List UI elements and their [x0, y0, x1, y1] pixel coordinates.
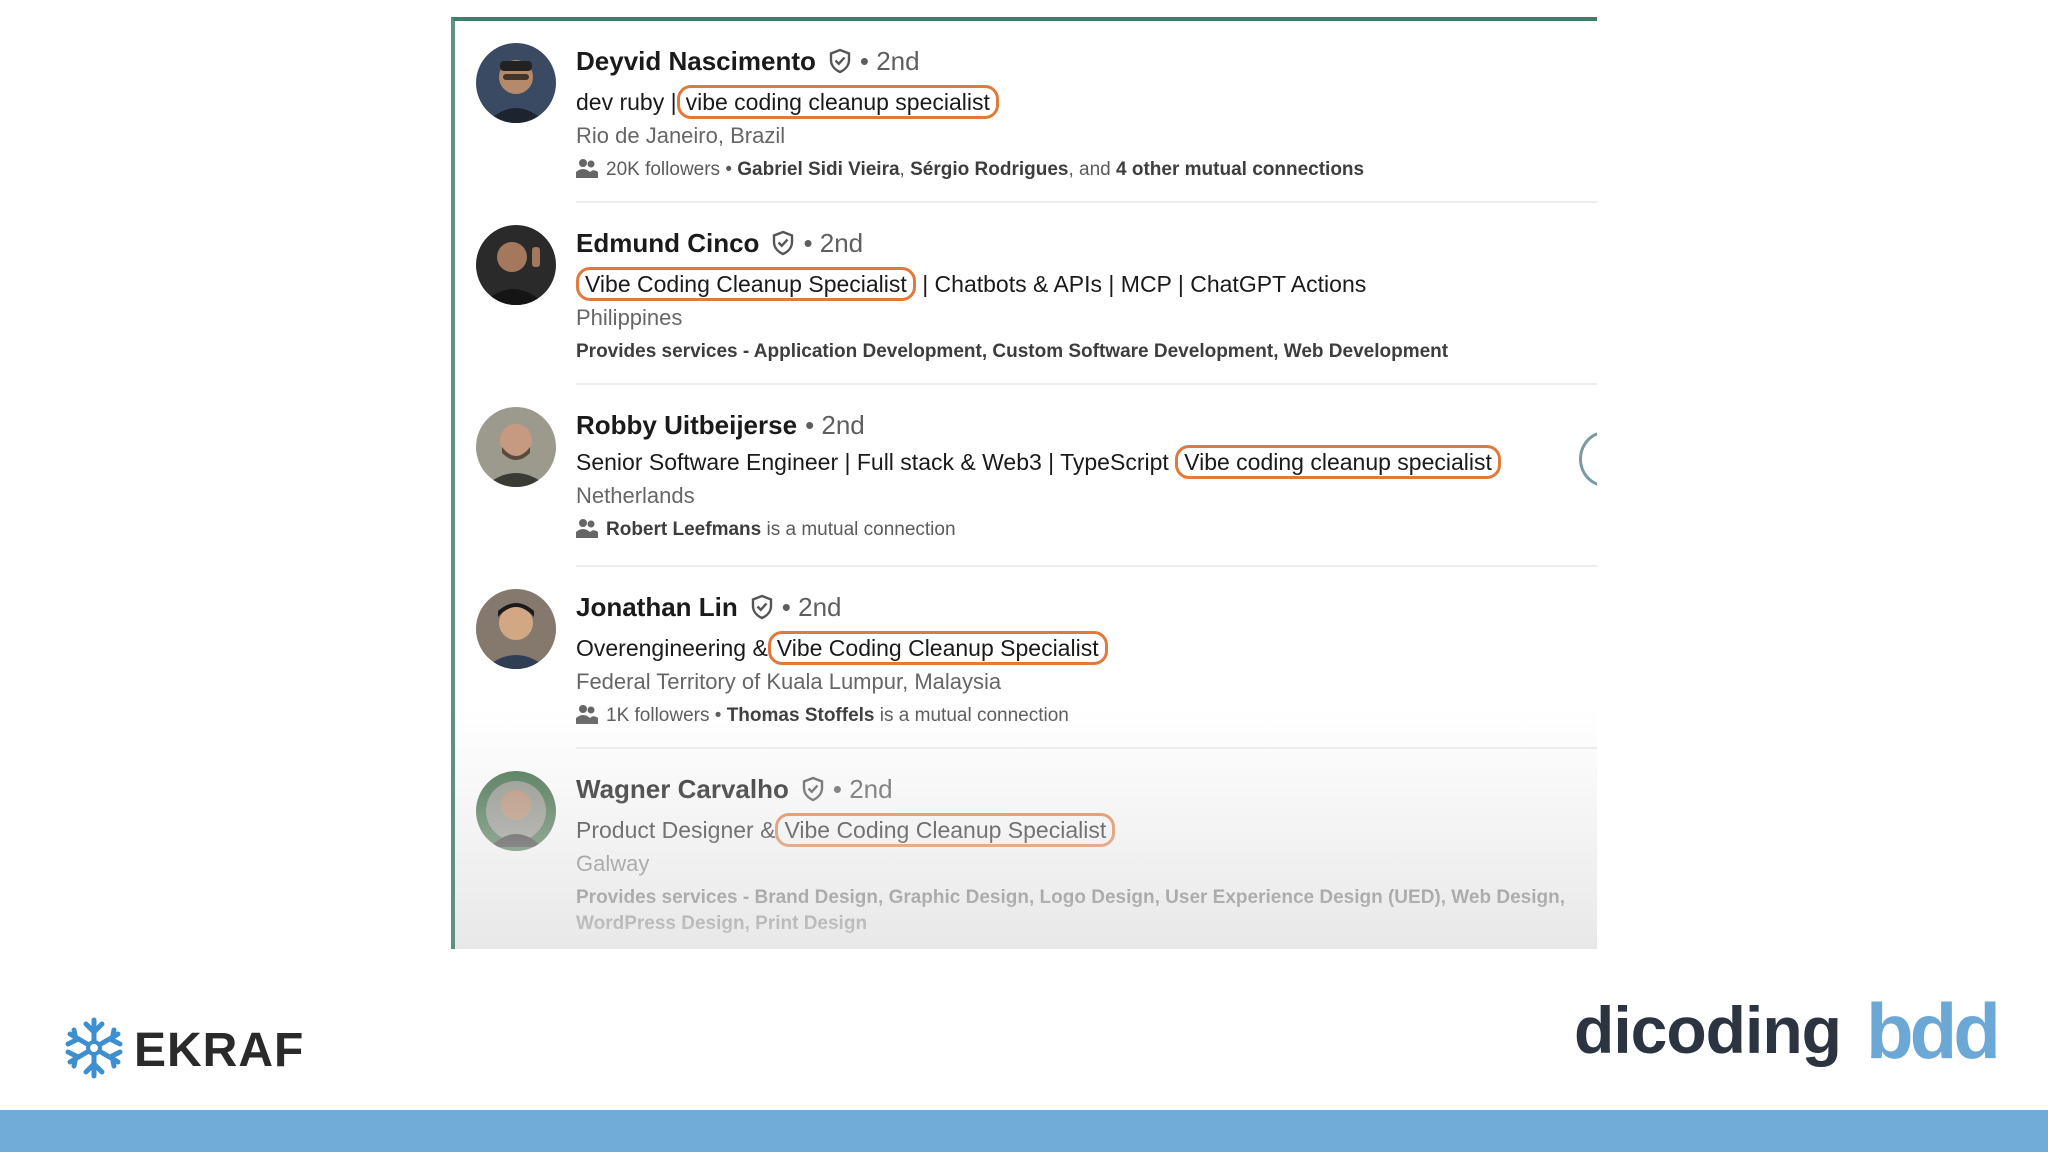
footer-bar: [0, 1110, 2048, 1152]
member-location: Federal Territory of Kuala Lumpur, Malay…: [576, 669, 1002, 694]
result-row[interactable]: Wagner Carvalho • 2nd Product Designer & V…: [455, 749, 1597, 949]
member-name[interactable]: Edmund Cinco: [576, 228, 759, 258]
member-location: Netherlands: [576, 483, 695, 508]
highlighted-keyword: Vibe Coding Cleanup Specialist: [775, 813, 1116, 847]
mutual-connections[interactable]: 1K followers • Thomas Stoffels is a mutu…: [576, 703, 1577, 733]
provided-services: Provides services - Application Developm…: [576, 341, 1449, 362]
headline-text: Overengineering &: [576, 635, 768, 661]
result-row[interactable]: Edmund Cinco • 2nd Vibe Coding Cleanup Sp…: [455, 203, 1597, 385]
avatar[interactable]: [476, 771, 556, 851]
highlighted-keyword: Vibe Coding Cleanup Specialist: [767, 631, 1108, 665]
dicoding-logo: dicoding: [1574, 993, 1842, 1067]
connection-degree: • 2nd: [781, 592, 842, 622]
verified-shield-icon: [828, 47, 852, 83]
people-icon: [576, 517, 598, 547]
headline-text: dev ruby |: [576, 89, 677, 115]
headline-text: | Chatbots & APIs | MCP | ChatGPT Action…: [922, 271, 1367, 297]
provided-services: Provides services - Brand Design, Graphi…: [576, 887, 1565, 934]
highlighted-keyword: Vibe Coding Cleanup Specialist: [576, 267, 916, 301]
mutual-connections[interactable]: Robert Leefmans is a mutual connection: [576, 517, 1577, 547]
avatar[interactable]: [476, 225, 556, 305]
ekraf-logo: EKRAF: [62, 1016, 305, 1085]
highlighted-keyword: Vibe coding cleanup specialist: [1175, 445, 1501, 479]
result-row[interactable]: Robby Uitbeijerse • 2nd Senior Software E…: [455, 385, 1597, 567]
people-icon: [576, 703, 598, 733]
verified-shield-icon: [750, 593, 774, 629]
mutual-connections[interactable]: 20K followers • Gabriel Sidi Vieira, Sér…: [576, 157, 1577, 187]
member-location: Philippines: [576, 305, 683, 330]
connection-degree: • 2nd: [859, 46, 920, 76]
verified-shield-icon: [801, 775, 825, 811]
ekraf-wordmark: EKRAF: [134, 1023, 305, 1077]
headline-text: Product Designer &: [576, 817, 776, 843]
member-headline: Overengineering & Vibe Coding Cleanup Spe…: [576, 629, 1577, 667]
avatar[interactable]: [476, 43, 556, 123]
verified-shield-icon: [771, 229, 795, 265]
result-row[interactable]: Deyvid Nascimento • 2nd dev ruby | vibe co…: [455, 21, 1597, 203]
connection-degree: • 2nd: [832, 774, 893, 804]
member-location: Galway: [576, 851, 650, 876]
highlighted-keyword: vibe coding cleanup specialist: [676, 85, 999, 119]
member-name[interactable]: Deyvid Nascimento: [576, 46, 816, 76]
avatar[interactable]: [476, 589, 556, 669]
member-headline: Vibe Coding Cleanup Specialist | Chatbot…: [576, 265, 1577, 303]
member-headline: Product Designer & Vibe Coding Cleanup Sp…: [576, 811, 1577, 849]
bdd-logo: bdd: [1866, 987, 2001, 1075]
people-icon: [576, 157, 598, 187]
member-name[interactable]: Robby Uitbeijerse: [576, 410, 797, 440]
avatar[interactable]: [476, 407, 556, 487]
headline-text: Senior Software Engineer | Full stack & …: [576, 449, 1169, 475]
member-name[interactable]: Jonathan Lin: [576, 592, 738, 622]
snowflake-icon: [62, 1016, 126, 1085]
member-headline: Senior Software Engineer | Full stack & …: [576, 443, 1577, 481]
member-location: Rio de Janeiro, Brazil: [576, 123, 786, 148]
member-headline: dev ruby | vibe coding cleanup specialist: [576, 83, 1577, 121]
connection-degree: • 2nd: [805, 410, 865, 440]
connection-degree: • 2nd: [803, 228, 864, 258]
linkedin-search-results-screenshot: Deyvid Nascimento • 2nd dev ruby | vibe co…: [451, 17, 1597, 949]
result-row[interactable]: Jonathan Lin • 2nd Overengineering & Vibe …: [455, 567, 1597, 749]
member-name[interactable]: Wagner Carvalho: [576, 774, 789, 804]
